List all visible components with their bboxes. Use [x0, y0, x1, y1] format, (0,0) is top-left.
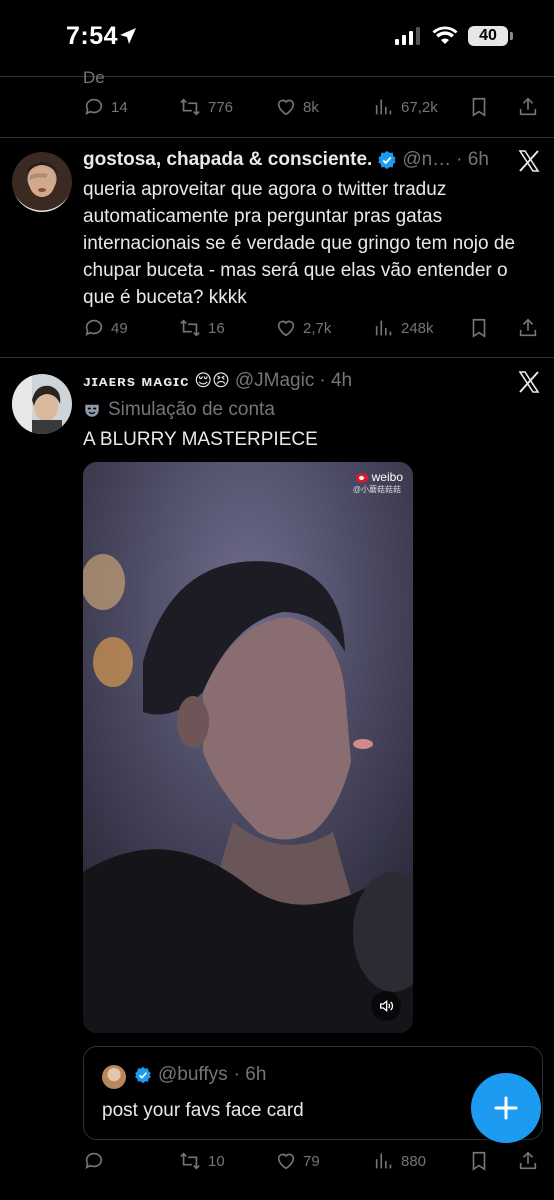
bookmark-icon	[472, 318, 486, 338]
wifi-icon	[432, 26, 458, 44]
status-time: 7:54	[66, 22, 119, 50]
tweet-header: ᴊɪᴀᴇʀs ᴍᴀɢɪᴄ 😌😣 @JMagic · 4h	[83, 370, 503, 392]
x-close-icon[interactable]	[517, 370, 541, 394]
cellular-signal-icon	[395, 27, 420, 45]
quote-avatar	[102, 1065, 126, 1089]
views-button[interactable]: 880	[373, 1150, 426, 1172]
avatar-image	[26, 162, 58, 197]
retweet-icon	[180, 98, 200, 116]
retweet-icon	[180, 1152, 200, 1170]
weibo-logo-icon	[355, 473, 368, 483]
retweet-count: 10	[208, 1152, 225, 1170]
tweet-video[interactable]: weibo @小蘑菇菇菇	[83, 462, 413, 1033]
verified-badge-icon	[135, 1066, 151, 1084]
battery-indicator: 40	[468, 26, 513, 46]
reply-icon	[85, 98, 103, 115]
retweet-button[interactable]: 776	[178, 96, 233, 118]
reply-button[interactable]: 14	[83, 96, 128, 118]
divider	[0, 357, 554, 358]
status-icons: 40	[394, 26, 513, 46]
quote-timestamp: · 6h	[233, 1064, 267, 1085]
battery-level: 40	[479, 27, 497, 44]
reply-button[interactable]: 49	[83, 317, 128, 339]
plus-icon	[494, 1096, 518, 1120]
bookmark-button[interactable]	[468, 96, 490, 118]
divider	[0, 137, 554, 138]
timestamp[interactable]: · 6h	[456, 149, 489, 171]
avatar[interactable]	[12, 152, 72, 212]
display-name[interactable]: ᴊɪᴀᴇʀs ᴍᴀɢɪᴄ	[83, 373, 189, 390]
handle[interactable]: @JMagic	[235, 370, 314, 392]
tweet-header: gostosa, chapada & consciente. @n… · 6h	[83, 149, 513, 171]
handle[interactable]: @n…	[402, 149, 451, 171]
views-icon	[375, 320, 392, 336]
watermark-text: weibo	[371, 470, 403, 484]
timestamp[interactable]: · 4h	[319, 370, 352, 392]
reply-count: 14	[111, 98, 128, 116]
retweet-button[interactable]: 10	[178, 1150, 225, 1172]
speaker-icon	[380, 999, 394, 1013]
share-button[interactable]	[517, 1150, 539, 1172]
avatar[interactable]	[12, 374, 72, 434]
share-icon	[519, 318, 537, 337]
like-button[interactable]: 79	[275, 1150, 320, 1172]
views-icon	[375, 1153, 392, 1169]
retweet-count: 16	[208, 319, 225, 337]
bookmark-icon	[472, 97, 486, 117]
quote-handle: @buffys	[158, 1064, 228, 1085]
partial-tweet-text: De	[83, 68, 105, 88]
display-name[interactable]: gostosa, chapada & consciente.	[83, 149, 372, 171]
name-emojis: 😌😣	[194, 371, 230, 390]
like-count: 2,7k	[303, 319, 332, 337]
share-button[interactable]	[517, 317, 539, 339]
reply-icon	[85, 1152, 103, 1169]
heart-icon	[277, 1153, 295, 1170]
media-watermark: weibo	[355, 470, 403, 484]
location-arrow-icon	[120, 28, 136, 44]
bookmark-button[interactable]	[468, 1150, 490, 1172]
x-close-icon[interactable]	[517, 149, 541, 173]
tweet-body: A BLURRY MASTERPIECE	[83, 429, 318, 450]
like-button[interactable]: 2,7k	[275, 317, 331, 339]
partial-text-fragment: De	[83, 68, 105, 87]
views-count: 880	[401, 1152, 427, 1170]
volume-button[interactable]	[371, 991, 401, 1021]
quote-header: @buffys · 6h	[134, 1064, 266, 1086]
reply-button[interactable]	[83, 1150, 111, 1172]
mask-icon	[85, 404, 99, 417]
like-count: 79	[303, 1152, 320, 1170]
watermark-sub: @小蘑菇菇菇	[352, 485, 401, 494]
heart-icon	[277, 320, 295, 337]
verified-badge-icon	[378, 150, 397, 170]
heart-icon	[277, 99, 295, 116]
views-count: 248k	[401, 319, 434, 337]
account-label-text: Simulação de conta	[108, 399, 275, 420]
like-button[interactable]: 8k	[275, 96, 319, 118]
bookmark-button[interactable]	[468, 317, 490, 339]
views-icon	[375, 99, 392, 115]
views-button[interactable]: 67,2k	[373, 96, 438, 118]
avatar-image	[12, 374, 62, 434]
share-icon	[519, 1151, 537, 1170]
share-button[interactable]	[517, 96, 539, 118]
reply-icon	[85, 319, 103, 336]
retweet-count: 776	[208, 98, 234, 116]
video-frame	[83, 462, 413, 1033]
tweet-body: queria aproveitar que agora o twitter tr…	[83, 179, 516, 308]
account-label: Simulação de conta	[83, 399, 275, 421]
compose-tweet-button[interactable]	[471, 1073, 541, 1143]
like-count: 8k	[303, 98, 319, 116]
quote-text: post your favs face card	[102, 1100, 304, 1121]
views-count: 67,2k	[401, 98, 438, 116]
views-button[interactable]: 248k	[373, 317, 434, 339]
bookmark-icon	[472, 1151, 486, 1171]
retweet-icon	[180, 319, 200, 337]
retweet-button[interactable]: 16	[178, 317, 225, 339]
share-icon	[519, 97, 537, 116]
reply-count: 49	[111, 319, 128, 337]
